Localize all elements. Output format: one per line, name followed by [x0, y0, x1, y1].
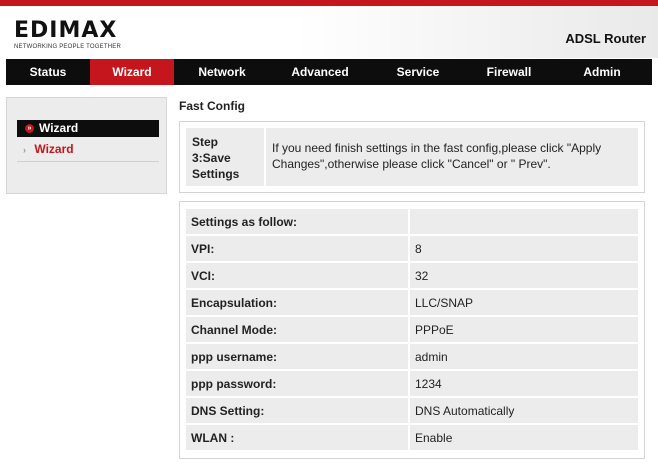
- setting-key: VPI:: [186, 236, 408, 261]
- step-label: Step 3:Save Settings: [186, 128, 264, 186]
- sidebar: » Wizard › Wizard: [6, 97, 167, 194]
- table-row: VCI: 32: [186, 263, 638, 288]
- nav-service[interactable]: Service: [370, 59, 466, 85]
- setting-key: ppp username:: [186, 344, 408, 369]
- table-row: WLAN : Enable: [186, 425, 638, 450]
- setting-value: PPPoE: [408, 317, 638, 342]
- logo-word: EDIMAX: [14, 18, 118, 43]
- chevron-right-icon: ›: [23, 145, 26, 155]
- settings-panel: Settings as follow: VPI: 8 VCI: 32 Encap…: [179, 201, 645, 459]
- nav-status[interactable]: Status: [6, 59, 90, 85]
- settings-table: Settings as follow: VPI: 8 VCI: 32 Encap…: [186, 207, 638, 452]
- step-panel: Step 3:Save Settings If you need finish …: [179, 121, 645, 193]
- setting-value: 8: [408, 236, 638, 261]
- setting-key: Encapsulation:: [186, 290, 408, 315]
- sidebar-header-label: Wizard: [39, 121, 79, 135]
- sidebar-header[interactable]: » Wizard: [17, 120, 159, 137]
- settings-header: Settings as follow:: [186, 209, 408, 234]
- step-instructions: If you need finish settings in the fast …: [266, 128, 638, 186]
- nav-admin[interactable]: Admin: [552, 59, 652, 85]
- table-row: Settings as follow:: [186, 209, 638, 234]
- table-row: Channel Mode: PPPoE: [186, 317, 638, 342]
- sidebar-divider: [17, 161, 159, 162]
- setting-value: DNS Automatically: [408, 398, 638, 423]
- edimax-logo: EDIMAX NETWORKING PEOPLE TOGETHER: [14, 18, 121, 51]
- nav-advanced[interactable]: Advanced: [270, 59, 370, 85]
- setting-value: 1234: [408, 371, 638, 396]
- product-name: ADSL Router: [565, 31, 646, 46]
- sidebar-item-label: Wizard: [34, 142, 74, 156]
- setting-key: DNS Setting:: [186, 398, 408, 423]
- setting-value: LLC/SNAP: [408, 290, 638, 315]
- setting-key: VCI:: [186, 263, 408, 288]
- setting-value: Enable: [408, 425, 638, 450]
- table-row: VPI: 8: [186, 236, 638, 261]
- settings-header-value: [408, 209, 638, 234]
- nav-network[interactable]: Network: [174, 59, 270, 85]
- page-title: Fast Config: [179, 99, 245, 113]
- setting-value: 32: [408, 263, 638, 288]
- table-row: DNS Setting: DNS Automatically: [186, 398, 638, 423]
- header: EDIMAX NETWORKING PEOPLE TOGETHER ADSL R…: [0, 6, 658, 58]
- table-row: ppp password: 1234: [186, 371, 638, 396]
- table-row: Encapsulation: LLC/SNAP: [186, 290, 638, 315]
- setting-value: admin: [408, 344, 638, 369]
- main-nav: Status Wizard Network Advanced Service F…: [6, 59, 652, 85]
- setting-key: WLAN :: [186, 425, 408, 450]
- bullet-arrow-icon: »: [25, 124, 34, 133]
- nav-firewall[interactable]: Firewall: [466, 59, 552, 85]
- logo-tagline: NETWORKING PEOPLE TOGETHER: [14, 44, 121, 50]
- setting-key: ppp password:: [186, 371, 408, 396]
- table-row: ppp username: admin: [186, 344, 638, 369]
- setting-key: Channel Mode:: [186, 317, 408, 342]
- sidebar-item-wizard[interactable]: › Wizard: [23, 142, 74, 156]
- nav-wizard[interactable]: Wizard: [90, 59, 174, 85]
